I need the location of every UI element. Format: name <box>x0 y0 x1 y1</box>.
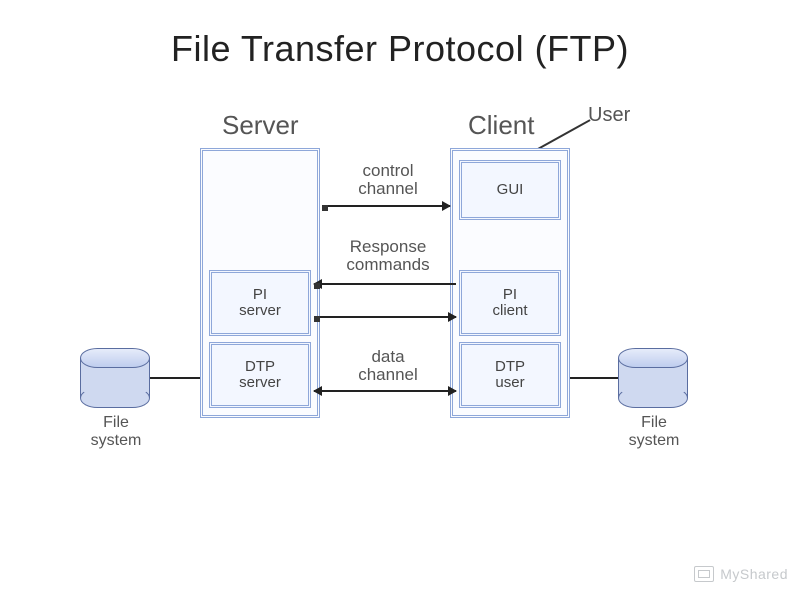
watermark-icon <box>694 566 714 582</box>
client-label: Client <box>468 110 534 141</box>
watermark: MyShared <box>694 566 788 582</box>
pi-client-box: PI client <box>459 270 561 336</box>
file-system-left-cylinder <box>80 348 150 408</box>
dtp-user-box: DTP user <box>459 342 561 408</box>
file-system-right-cylinder <box>618 348 688 408</box>
server-label: Server <box>222 110 299 141</box>
client-fs-connector <box>570 377 618 379</box>
data-channel-label: data channel <box>328 348 448 384</box>
control-channel-label: control channel <box>328 162 448 198</box>
commands-arrow <box>314 316 456 318</box>
file-system-right-label: File system <box>614 414 694 449</box>
data-channel-arrow <box>314 390 456 392</box>
diagram-stage: Server Client User PI server DTP server … <box>0 70 800 590</box>
dtp-server-box: DTP server <box>209 342 311 408</box>
diagram-title: File Transfer Protocol (FTP) <box>0 0 800 70</box>
watermark-text: MyShared <box>720 566 788 582</box>
response-arrow <box>314 283 456 285</box>
server-fs-connector <box>150 377 200 379</box>
user-label: User <box>588 104 630 127</box>
response-commands-label: Response commands <box>328 238 448 274</box>
file-system-left-label: File system <box>76 414 156 449</box>
pi-server-box: PI server <box>209 270 311 336</box>
control-channel-arrow <box>322 205 450 207</box>
gui-box: GUI <box>459 160 561 220</box>
